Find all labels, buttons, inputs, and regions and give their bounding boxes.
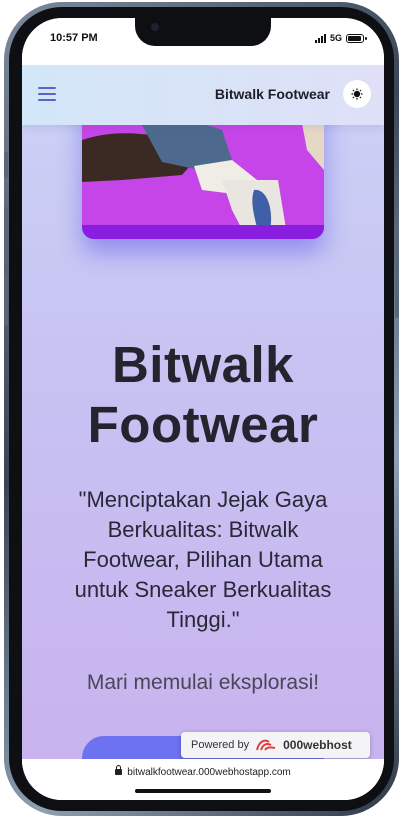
url-text: bitwalkfootwear.000webhostapp.com <box>127 767 291 778</box>
hero-title: Bitwalk Footwear <box>22 335 384 455</box>
webhost-name: 000webhost <box>283 738 352 752</box>
theme-toggle-button[interactable] <box>343 80 371 108</box>
mute-switch <box>4 152 8 178</box>
powered-by-label: Powered by <box>191 739 250 751</box>
status-bar: 10:57 PM 5G <box>22 18 384 65</box>
battery-icon <box>346 33 367 43</box>
status-indicators: 5G <box>314 33 367 43</box>
web-page: Bitwalk Footwear Bitwalk Footwear "Menci… <box>22 65 384 759</box>
signal-icon <box>314 33 326 43</box>
powered-by-badge[interactable]: Powered by 000webhost <box>181 732 370 758</box>
home-indicator[interactable] <box>135 789 271 793</box>
network-type: 5G <box>329 33 342 43</box>
status-time: 10:57 PM <box>50 32 98 44</box>
navbar: Bitwalk Footwear <box>22 65 384 125</box>
hero-quote: "Menciptakan Jejak Gaya Berkualitas: Bit… <box>74 487 332 632</box>
theme-toggle-icon <box>351 88 363 100</box>
volume-down-button <box>4 274 8 326</box>
explore-text: Mari memulai eksplorasi! <box>86 671 320 694</box>
power-button <box>395 232 399 318</box>
hero-title-line1: Bitwalk <box>111 336 295 393</box>
hero-title-line2: Footwear <box>87 396 319 453</box>
hamburger-menu-icon[interactable] <box>38 87 56 101</box>
notch <box>135 18 271 46</box>
url-display[interactable]: bitwalkfootwear.000webhostapp.com <box>22 765 384 778</box>
webhost-logo-icon <box>256 739 276 751</box>
browser-url-bar[interactable]: bitwalkfootwear.000webhostapp.com <box>22 759 384 800</box>
volume-up-button <box>4 207 8 259</box>
lock-icon <box>115 765 123 775</box>
navbar-brand[interactable]: Bitwalk Footwear <box>215 86 330 102</box>
front-camera <box>151 23 159 31</box>
screen: 10:57 PM 5G Bitwalk Footwear Bitwalk Foo… <box>22 18 384 800</box>
